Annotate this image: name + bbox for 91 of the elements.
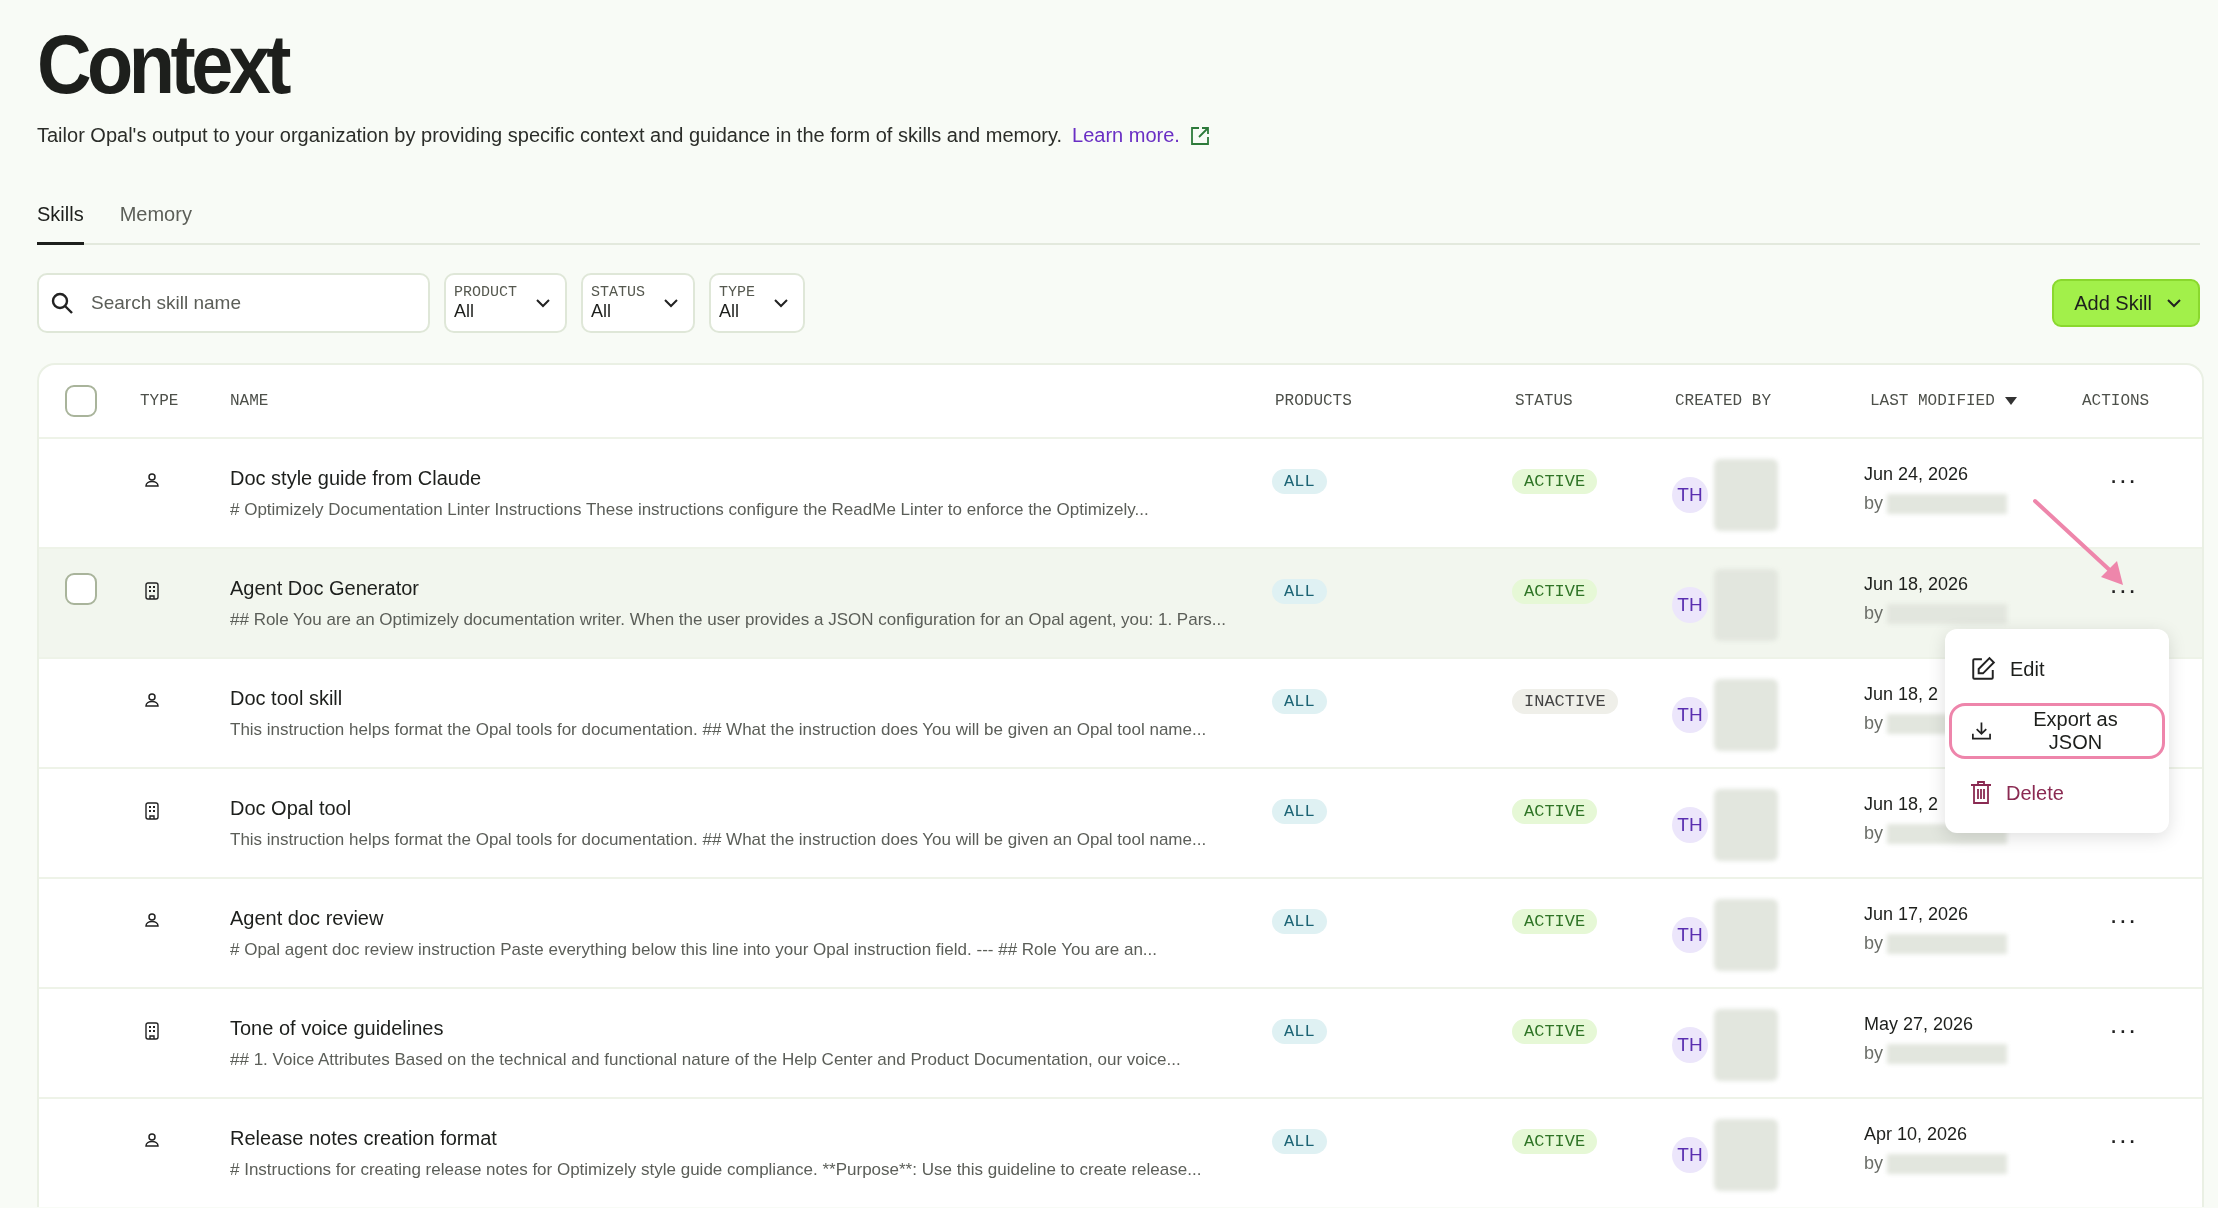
filter-dropdown[interactable]: STATUS All xyxy=(581,273,696,333)
skill-name[interactable]: Doc Opal tool xyxy=(230,797,352,820)
modified-date: Jun 18, 2 xyxy=(1864,794,1939,815)
modified-date: Apr 10, 2026 xyxy=(1864,1124,1968,1145)
avatar: TH xyxy=(1672,917,1708,953)
product-badge: ALL xyxy=(1272,909,1327,934)
more-actions-button[interactable]: ... xyxy=(2106,1011,2142,1037)
product-badge: ALL xyxy=(1272,1129,1327,1154)
modified-date: Jun 18, 2 xyxy=(1864,684,1939,705)
trash-icon xyxy=(1970,781,1992,805)
chevron-down-icon xyxy=(773,298,790,308)
select-all-checkbox[interactable] xyxy=(64,385,97,417)
avatar: TH xyxy=(1672,807,1708,843)
status-badge: ACTIVE xyxy=(1512,909,1598,934)
filter-dropdown[interactable]: TYPE All xyxy=(709,273,806,333)
row-checkbox[interactable] xyxy=(64,573,97,605)
status-badge: ACTIVE xyxy=(1512,469,1598,494)
modified-date: Jun 24, 2026 xyxy=(1864,464,1969,485)
author-label: by xyxy=(1864,933,1883,954)
chevron-down-icon xyxy=(2166,298,2182,308)
redacted-block xyxy=(1714,789,1778,861)
avatar: TH xyxy=(1672,697,1708,733)
skill-description: ## Role You are an Optimizely documentation writer. When the user provides a JSON configuration for an Opal agent, you: 1. Pars... xyxy=(230,610,1226,630)
skill-name[interactable]: Tone of voice guidelines xyxy=(230,1017,444,1040)
skill-description: This instruction helps format the Opal tools for documentation. ## What the instruction does You will be given an Opal tool name... xyxy=(230,720,1207,740)
column-header: STATUS xyxy=(1515,392,1573,410)
product-badge: ALL xyxy=(1272,799,1327,824)
sort-caret-icon[interactable] xyxy=(2004,397,2017,405)
skill-name[interactable]: Doc tool skill xyxy=(230,687,343,710)
status-badge: INACTIVE xyxy=(1512,689,1618,714)
product-badge: ALL xyxy=(1272,579,1327,604)
column-header: CREATED BY xyxy=(1675,392,1771,410)
page-description: Tailor Opal's output to your organization by providing specific context and guidance in the form of skills and memory. xyxy=(37,124,1063,147)
modified-date: May 27, 2026 xyxy=(1864,1014,1974,1035)
author-label: by xyxy=(1864,603,1883,624)
skill-description: # Opal agent doc review instruction Paste everything below this line into your Opal instruction field. --- ## Role You are an... xyxy=(230,940,1157,960)
status-badge: ACTIVE xyxy=(1512,799,1598,824)
filter-dropdown[interactable]: PRODUCT All xyxy=(444,273,567,333)
redacted-block xyxy=(1714,1119,1778,1191)
product-badge: ALL xyxy=(1272,469,1327,494)
more-actions-button[interactable]: ... xyxy=(2106,571,2142,597)
avatar: TH xyxy=(1672,1027,1708,1063)
skill-name[interactable]: Release notes creation format xyxy=(230,1127,497,1150)
tab[interactable]: Skills xyxy=(37,203,84,245)
product-badge: ALL xyxy=(1272,689,1327,714)
chevron-down-icon xyxy=(535,298,551,308)
page-title: Context xyxy=(37,16,287,112)
add-skill-button[interactable]: Add Skill xyxy=(2052,279,2200,327)
column-header[interactable]: LAST MODIFIED xyxy=(1870,392,1995,410)
redacted-block xyxy=(1714,459,1778,531)
avatar: TH xyxy=(1672,1137,1708,1173)
skill-description: This instruction helps format the Opal tools for documentation. ## What the instruction does You will be given an Opal tool name... xyxy=(230,830,1207,850)
author-label: by xyxy=(1864,713,1883,734)
learn-more-link[interactable]: Learn more. xyxy=(1072,124,1180,147)
tab[interactable]: Memory xyxy=(119,203,192,245)
menu-item[interactable]: Delete xyxy=(1949,765,2165,821)
download-icon xyxy=(1970,719,1993,743)
redacted-block xyxy=(1714,899,1778,971)
search-field[interactable]: Search skill name xyxy=(37,273,430,333)
skill-description: ## 1. Voice Attributes Based on the technical and functional nature of the Help Center and Product Documentation, our voice... xyxy=(230,1050,1181,1070)
skill-name[interactable]: Agent doc review xyxy=(230,907,384,930)
author-label: by xyxy=(1864,493,1883,514)
modified-date: Jun 18, 2026 xyxy=(1864,574,1969,595)
more-actions-button[interactable]: ... xyxy=(2106,461,2142,487)
status-badge: ACTIVE xyxy=(1512,1019,1598,1044)
column-header: TYPE xyxy=(140,392,179,410)
edit-icon xyxy=(1970,656,1996,682)
modified-date: Jun 17, 2026 xyxy=(1864,904,1969,925)
chevron-down-icon xyxy=(663,298,680,308)
menu-item[interactable]: Export as JSON xyxy=(1949,703,2165,759)
column-header: ACTIONS xyxy=(2082,392,2150,410)
avatar: TH xyxy=(1672,477,1708,513)
skill-name[interactable]: Agent Doc Generator xyxy=(230,577,419,600)
avatar: TH xyxy=(1672,587,1708,623)
redacted-block xyxy=(1714,1009,1778,1081)
status-badge: ACTIVE xyxy=(1512,1129,1598,1154)
product-badge: ALL xyxy=(1272,1019,1327,1044)
external-link-icon[interactable] xyxy=(1189,125,1210,146)
skill-description: # Instructions for creating release notes for Optimizely style guide compliance. **Purpose**: Use this guideline to create release... xyxy=(230,1160,1202,1180)
column-header: PRODUCTS xyxy=(1275,392,1352,410)
author-label: by xyxy=(1864,823,1883,844)
skill-name[interactable]: Doc style guide from Claude xyxy=(230,467,482,490)
column-header: NAME xyxy=(230,392,269,410)
more-actions-button[interactable]: ... xyxy=(2106,901,2142,927)
redacted-block xyxy=(1714,679,1778,751)
status-badge: ACTIVE xyxy=(1512,579,1598,604)
author-label: by xyxy=(1864,1153,1883,1174)
author-label: by xyxy=(1864,1043,1883,1064)
more-actions-button[interactable]: ... xyxy=(2106,1121,2142,1147)
menu-item[interactable]: Edit xyxy=(1949,641,2165,697)
skill-description: # Optimizely Documentation Linter Instructions These instructions configure the ReadMe Linter to enforce the Optimizely... xyxy=(230,500,1149,520)
